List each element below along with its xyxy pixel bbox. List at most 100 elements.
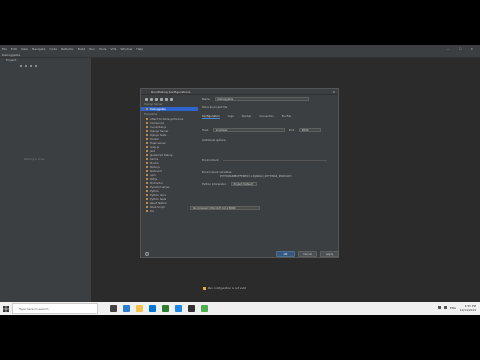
taskbar-apps <box>110 305 208 312</box>
window-controls: — ☐ ✕ <box>442 45 477 52</box>
app-icon[interactable] <box>201 305 208 312</box>
template-icon <box>146 126 148 128</box>
menu-refactor[interactable]: Refactor <box>61 47 74 51</box>
collapse-icon[interactable] <box>25 64 27 67</box>
task-view-icon[interactable] <box>110 305 117 312</box>
gear-icon[interactable] <box>30 64 32 67</box>
project-empty-text: Nothing to show <box>24 158 45 161</box>
terminal-icon[interactable] <box>188 305 195 312</box>
menu-code[interactable]: Code <box>49 47 57 51</box>
wrench-icon[interactable] <box>160 98 163 101</box>
arrow-down-icon[interactable] <box>170 98 173 101</box>
django-icon <box>146 108 148 110</box>
host-label: Host: <box>202 128 209 132</box>
share-checkbox-label[interactable]: Store as project file <box>202 106 227 109</box>
tab-envfile[interactable]: EnvFile <box>282 115 291 119</box>
template-icon <box>146 170 148 172</box>
menu-run[interactable]: Run <box>89 47 95 51</box>
template-icon <box>146 118 148 120</box>
section-divider <box>222 160 327 161</box>
network-icon[interactable] <box>437 306 441 309</box>
clock-date: 10/14/2019 <box>459 308 476 312</box>
template-icon <box>146 206 148 208</box>
cancel-button[interactable]: Cancel <box>298 251 317 257</box>
language-indicator[interactable]: ENG <box>450 306 456 310</box>
template-icon <box>146 202 148 204</box>
menu-edit[interactable]: Edit <box>11 47 17 51</box>
template-icon <box>146 122 148 124</box>
template-icon <box>146 210 148 212</box>
warning-icon <box>203 287 206 290</box>
tab-configuration[interactable]: Configuration <box>202 115 220 119</box>
host-field[interactable]: localhost <box>212 128 285 132</box>
menu-help[interactable]: Help <box>136 47 143 51</box>
template-icon <box>146 178 148 180</box>
close-button[interactable]: ✕ <box>470 47 473 51</box>
ide-window: File Edit View Navigate Code Refactor Bu… <box>0 45 480 315</box>
template-icon <box>146 162 148 164</box>
edge-icon[interactable] <box>123 305 130 312</box>
menu-build[interactable]: Build <box>78 47 86 51</box>
copy-icon[interactable] <box>155 98 158 101</box>
menu-file[interactable]: File <box>2 47 7 51</box>
template-icon <box>146 150 148 152</box>
template-icon <box>146 142 148 144</box>
start-button[interactable] <box>0 302 12 315</box>
template-icon <box>146 158 148 160</box>
config-tabs: Configuration Logs Startup Connection En… <box>202 115 291 119</box>
interpreter-select[interactable]: Project Default <box>230 182 257 186</box>
env-vars-label: Environment variables: <box>202 171 233 174</box>
template-icon <box>146 182 148 184</box>
template-icon <box>146 134 148 136</box>
volume-icon[interactable] <box>443 306 447 309</box>
globe-icon[interactable] <box>20 64 22 67</box>
taskbar: Type here to search ENG 4:55 PM 10/14/20… <box>0 302 480 315</box>
tree-item-label: Debuggable <box>150 107 166 111</box>
template-icon <box>146 130 148 132</box>
tab-startup[interactable]: Startup <box>242 115 252 119</box>
template-icon <box>146 146 148 148</box>
options-label: Additional options: <box>202 139 227 142</box>
arrow-up-icon[interactable] <box>165 98 168 101</box>
template-icon <box>146 194 148 196</box>
add-icon[interactable] <box>145 98 148 101</box>
menu-navigate[interactable]: Navigate <box>32 47 45 51</box>
menu-window[interactable]: Window <box>120 47 132 51</box>
taskbar-search-box[interactable]: Type here to search <box>12 303 98 314</box>
environment-section-label: Environment <box>202 159 219 162</box>
template-icon <box>146 166 148 168</box>
template-icon <box>146 154 148 156</box>
store-icon[interactable] <box>149 305 156 312</box>
help-button[interactable]: ? <box>145 252 149 256</box>
maximize-button[interactable]: ☐ <box>459 47 462 51</box>
ok-button[interactable]: OK <box>276 251 295 257</box>
configuration-tree: Django Server Debuggable Templates Attac… <box>141 103 198 248</box>
system-tray: ENG <box>437 306 456 310</box>
vscode-icon[interactable] <box>175 305 182 312</box>
port-field[interactable]: 8000 <box>298 128 321 132</box>
remove-icon[interactable] <box>150 98 153 101</box>
tab-connection[interactable]: Connection <box>259 115 274 119</box>
apply-button[interactable]: Apply <box>320 251 339 257</box>
menu-tools[interactable]: Tools <box>99 47 106 51</box>
minimize-button[interactable]: — <box>447 47 450 51</box>
name-field[interactable]: Debuggable <box>214 97 309 101</box>
hide-icon[interactable] <box>35 64 37 67</box>
interpreter-label: Python interpreter: <box>202 182 227 186</box>
dialog-title: Run/Debug Configurations <box>141 89 338 95</box>
file-explorer-icon[interactable] <box>136 305 143 312</box>
breadcrumb[interactable]: Debuggable <box>2 53 20 57</box>
dialog-close-button[interactable]: ✕ <box>332 90 335 94</box>
dialog-toolbar <box>145 98 173 101</box>
template-icon <box>146 174 148 176</box>
pycharm-icon[interactable] <box>162 305 169 312</box>
menu-bar: File Edit View Navigate Code Refactor Bu… <box>0 45 480 52</box>
tab-logs[interactable]: Logs <box>228 115 234 119</box>
menu-vcs[interactable]: VCS <box>110 47 116 51</box>
name-label: Name: <box>202 97 211 101</box>
template-icon <box>146 186 148 188</box>
env-vars-value[interactable]: PYTHONUNBUFFERED=1;DJANGO_SETTINGS_MODUL… <box>220 175 292 178</box>
clock[interactable]: 4:55 PM 10/14/2019 <box>460 304 476 312</box>
menu-view[interactable]: View <box>21 47 28 51</box>
project-panel: Project Nothing to show <box>4 58 92 303</box>
